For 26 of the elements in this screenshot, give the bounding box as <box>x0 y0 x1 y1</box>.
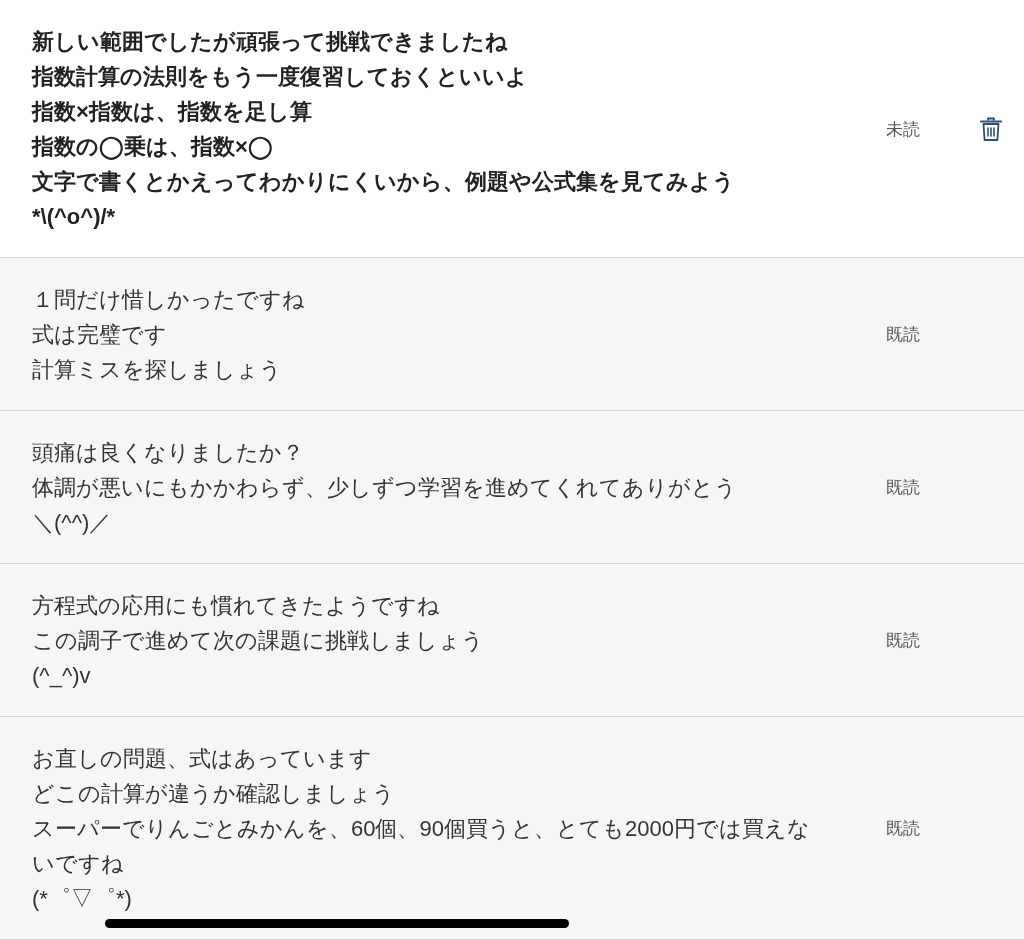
message-line: *\(^o^)/* <box>32 203 117 231</box>
message-line: どこの計算が違うか確認しましょう <box>32 780 396 808</box>
read-status: 既読 <box>886 631 920 650</box>
message-line: この調子で進めて次の課題に挑戦しましょう <box>32 627 485 655</box>
message-line: １問だけ惜しかったですね <box>32 286 306 314</box>
message-line: 新しい範囲でしたが頑張って挑戦できましたね <box>32 28 509 56</box>
message-line: 方程式の応用にも慣れてきたようですね <box>32 592 441 620</box>
trash-icon[interactable] <box>980 116 1002 142</box>
message-line: (^_^)v <box>32 662 92 690</box>
message-line: 指数計算の法則をもう一度復習しておくといいよ <box>32 63 529 91</box>
read-status: 未読 <box>886 119 920 139</box>
read-status: 既読 <box>886 478 920 497</box>
message-line: ＼(^^)／ <box>32 509 113 537</box>
message-line: スーパーでりんごとみかんを、60個、90個買うと、とても2000円では買えないですね <box>32 815 811 878</box>
message-line: 体調が悪いにもかかわらず、少しずつ学習を進めてくれてありがとう <box>32 474 738 502</box>
message-line: 計算ミスを探しましょう <box>32 356 283 384</box>
read-status: 既読 <box>886 819 920 838</box>
message-row[interactable]: 新しい範囲でしたが頑張って挑戦できましたね 指数計算の法則をもう一度復習しておくといいよ 指数×指数は、指数を足し算 指数の◯乗は、指数×◯ 文字で書くとかえってわかりにくいから、例題や公式集を見てみよう *\(^o^)/* 未読 <box>0 0 1024 258</box>
message-line: 指数×指数は、指数を足し算 <box>32 98 313 126</box>
message-line: (*゜▽゜*) <box>32 885 133 913</box>
message-line: 指数の◯乗は、指数×◯ <box>32 133 274 162</box>
message-line: 文字で書くとかえってわかりにくいから、例題や公式集を見てみよう <box>32 168 736 196</box>
message-line: 式は完璧です <box>32 321 168 349</box>
read-status: 既読 <box>886 325 920 344</box>
message-line: お直しの問題、式はあっています <box>32 745 373 773</box>
message-line: 頭痛は良くなりましたか？ <box>32 439 305 467</box>
